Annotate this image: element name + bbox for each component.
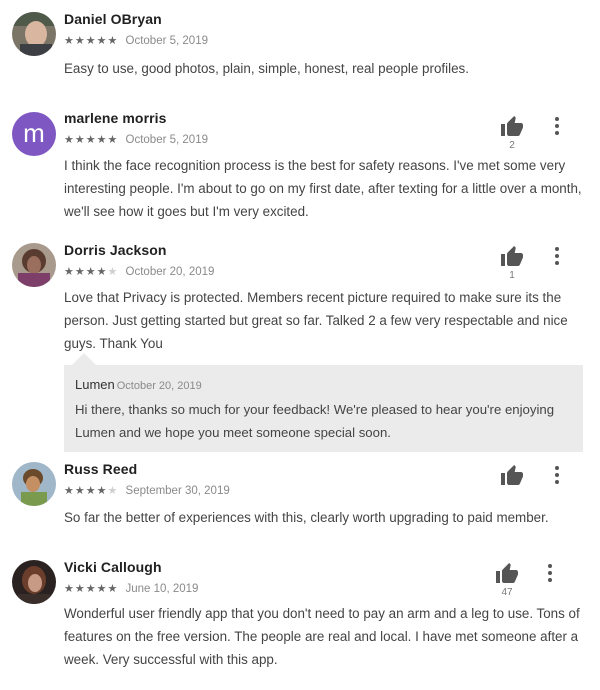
star-rating: ★★★★★	[64, 583, 119, 595]
review-meta: ★★★★★ October 5, 2019	[64, 34, 208, 47]
more-vert-icon[interactable]	[546, 564, 554, 586]
developer-reply: Lumen October 20, 2019 Hi there, thanks s…	[64, 365, 583, 452]
more-vert-icon[interactable]	[553, 466, 561, 488]
star-rating: ★★★★★	[64, 35, 119, 47]
review-meta: ★★★★★ October 20, 2019	[64, 265, 214, 278]
thumb-up-icon[interactable]	[495, 562, 519, 586]
avatar	[12, 243, 56, 287]
review-date: June 10, 2019	[125, 583, 199, 595]
helpful-count: 1	[509, 270, 515, 281]
reply-date: October 20, 2019	[116, 380, 202, 392]
review-meta: ★★★★★ June 10, 2019	[64, 582, 198, 595]
star-rating: ★★★★★	[64, 134, 119, 146]
thumb-up-icon[interactable]	[500, 245, 524, 269]
reply-header: Lumen October 20, 2019	[75, 377, 202, 392]
review-date: October 5, 2019	[125, 35, 208, 47]
star-rating: ★★★★★	[64, 266, 119, 278]
review-date: October 20, 2019	[125, 266, 215, 278]
reply-caret	[72, 353, 96, 365]
review-text: Easy to use, good photos, plain, simple,…	[64, 61, 469, 76]
thumb-up-icon[interactable]	[500, 464, 524, 488]
more-vert-icon[interactable]	[553, 117, 561, 139]
review-text: I think the face recognition process is …	[64, 158, 582, 219]
review-text: Wonderful user friendly app that you don…	[64, 606, 580, 667]
review-meta: ★★★★★ September 30, 2019	[64, 484, 230, 497]
review-meta: ★★★★★ October 5, 2019	[64, 133, 208, 146]
avatar	[12, 560, 56, 604]
helpful-count: 2	[509, 140, 515, 151]
more-vert-icon[interactable]	[553, 247, 561, 269]
reviewer-name: Vicki Callough	[64, 559, 162, 575]
star-rating: ★★★★★	[64, 485, 119, 497]
thumb-up-icon[interactable]	[500, 115, 524, 139]
helpful-count: 47	[501, 587, 513, 598]
reviewer-name: marlene morris	[64, 110, 167, 126]
reviewer-name: Dorris Jackson	[64, 242, 167, 258]
reply-text: Hi there, thanks so much for your feedba…	[75, 402, 555, 440]
review-date: October 5, 2019	[125, 134, 208, 146]
avatar	[12, 462, 56, 506]
reviewer-name: Russ Reed	[64, 461, 138, 477]
review-text: Love that Privacy is protected. Members …	[64, 290, 568, 351]
review-text: So far the better of experiences with th…	[64, 510, 549, 525]
reviewer-name: Daniel OBryan	[64, 11, 162, 27]
avatar	[12, 12, 56, 56]
reply-author: Lumen	[75, 377, 115, 392]
avatar: m	[12, 112, 56, 156]
review-date: September 30, 2019	[125, 485, 230, 497]
